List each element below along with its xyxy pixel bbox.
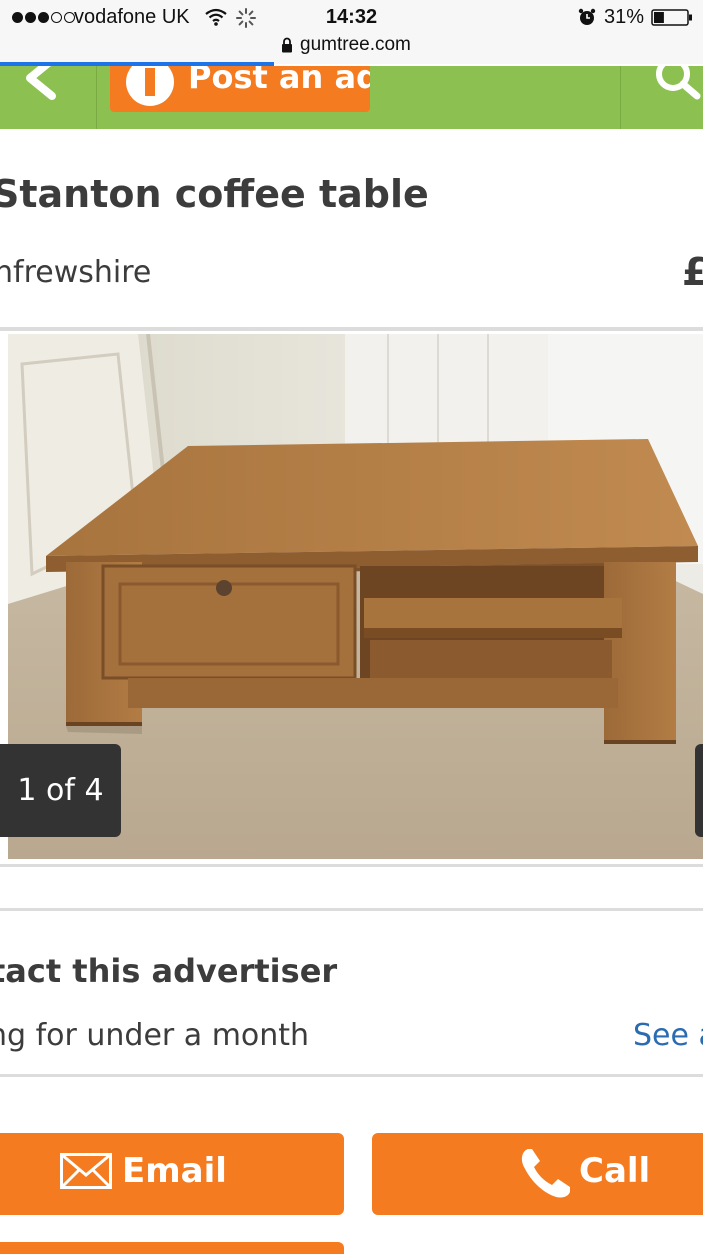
bottom-action-button[interactable]: [0, 1242, 344, 1254]
alarm-clock-icon: [578, 8, 596, 25]
plus-icon: [126, 66, 174, 106]
battery-icon: [651, 9, 692, 26]
listing-location: nfrewshire: [0, 255, 152, 290]
back-arrow-icon: [26, 66, 56, 100]
posting-duration: ng for under a month: [0, 1018, 310, 1053]
divider: [0, 1074, 703, 1077]
call-label: Call: [579, 1151, 651, 1191]
divider: [0, 864, 703, 867]
clock-time: 14:32: [325, 6, 378, 28]
gallery-counter: 1 of 4: [0, 744, 121, 837]
listing-title: Stanton coffee table: [0, 172, 429, 216]
gallery-next-button[interactable]: [695, 744, 703, 837]
email-label: Email: [122, 1151, 227, 1191]
lock-icon: [282, 37, 292, 53]
battery-percent: 31%: [604, 6, 645, 28]
listing-price: £: [682, 250, 703, 294]
divider: [0, 327, 703, 331]
envelope-icon: [60, 1153, 112, 1189]
search-icon: [656, 66, 701, 100]
post-an-ad-label: Post an ad: [188, 66, 370, 96]
site-header: Post an ad: [0, 66, 703, 129]
search-button[interactable]: [620, 66, 703, 129]
see-all-ads-link[interactable]: See a: [633, 1018, 703, 1053]
post-an-ad-button[interactable]: Post an ad: [110, 66, 370, 112]
back-button[interactable]: [0, 66, 97, 129]
address-bar-url[interactable]: gumtree.com: [300, 34, 411, 56]
status-bar: vodafone UK 14:32 31% gumtree.com: [0, 0, 703, 66]
email-button[interactable]: Email: [0, 1133, 344, 1215]
call-button[interactable]: Call: [372, 1133, 703, 1215]
phone-icon: [521, 1149, 570, 1198]
divider: [0, 908, 703, 911]
contact-heading: tact this advertiser: [0, 952, 338, 990]
